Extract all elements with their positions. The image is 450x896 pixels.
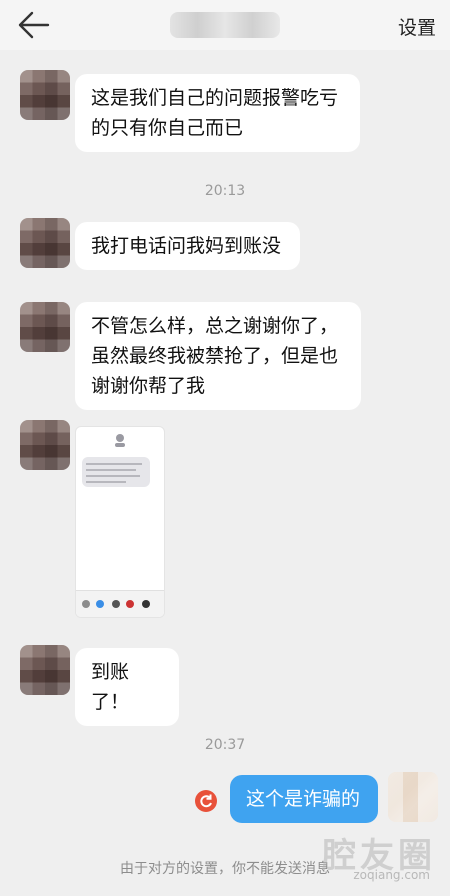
contact-avatar[interactable]	[20, 70, 70, 120]
app-icon	[142, 600, 150, 608]
self-avatar[interactable]	[388, 772, 438, 822]
back-button[interactable]	[14, 10, 54, 40]
arrow-left-icon	[18, 11, 50, 39]
appstore-icon	[96, 600, 104, 608]
app-icon	[112, 600, 120, 608]
timestamp: 20:37	[204, 737, 246, 753]
sms-text-line	[86, 463, 142, 465]
refresh-icon	[200, 794, 212, 808]
contact-avatar[interactable]	[20, 302, 70, 352]
contact-avatar[interactable]	[20, 218, 70, 268]
chat-title	[170, 12, 280, 38]
message-bubble[interactable]: 我打电话问我妈到账没	[75, 222, 300, 270]
sms-text-line	[86, 481, 126, 483]
watermark-domain: zoqiang.com	[353, 868, 430, 882]
app-icon	[126, 600, 134, 608]
contact-avatar[interactable]	[20, 645, 70, 695]
settings-button[interactable]: 设置	[398, 13, 436, 40]
outgoing-message-bubble[interactable]: 这个是诈骗的	[230, 775, 378, 823]
sms-text-line	[86, 469, 136, 471]
timestamp: 20:13	[204, 183, 246, 199]
camera-icon	[82, 600, 90, 608]
contact-icon	[115, 434, 125, 447]
sms-input-bar	[76, 590, 164, 617]
sms-text-line	[86, 475, 140, 477]
contact-avatar[interactable]	[20, 420, 70, 470]
message-bubble[interactable]: 这是我们自己的问题报警吃亏 的只有你自己而已	[75, 74, 360, 152]
top-bar: 设置	[0, 0, 450, 50]
message-bubble[interactable]: 不管怎么样，总之谢谢你了， 虽然最终我被禁抢了，但是也 谢谢你帮了我	[75, 302, 361, 410]
message-bubble[interactable]: 到账了！	[75, 648, 179, 726]
image-message[interactable]	[75, 426, 165, 618]
resend-error-icon[interactable]	[195, 790, 217, 812]
